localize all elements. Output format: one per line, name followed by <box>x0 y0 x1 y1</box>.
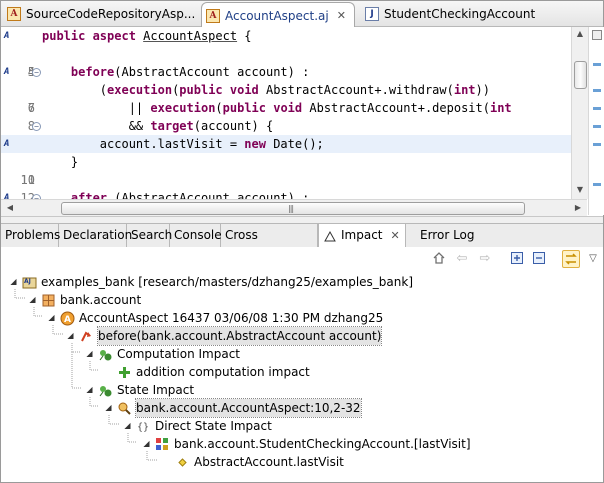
editor-tab-sourcecoderepositoryaspect[interactable]: A SourceCodeRepositoryAsp... <box>3 3 195 25</box>
tree-expanded-icon[interactable]: ◢ <box>85 345 94 363</box>
advice-marker-icon: A <box>4 67 10 77</box>
svg-text:{}: {} <box>137 422 149 433</box>
direct-impact-icon: {} <box>136 419 151 434</box>
editor-vertical-scrollbar[interactable]: ▲ ▼ <box>571 27 588 199</box>
code-line: A 13 − after (AbstractAccount account) : <box>1 189 587 199</box>
code-line: 5 <box>1 45 587 79</box>
collapse-all-icon[interactable] <box>531 251 547 267</box>
tab-problems[interactable]: Problems <box>1 224 60 247</box>
addition-icon <box>117 365 132 380</box>
editor-tab-label: SourceCodeRepositoryAsp... <box>26 7 195 21</box>
ide-window: A SourceCodeRepositoryAsp... A AccountAs… <box>0 0 604 483</box>
overview-marker[interactable] <box>593 183 601 186</box>
field-icon <box>175 455 190 470</box>
source-location-icon <box>117 401 132 416</box>
overview-marker[interactable] <box>593 125 601 128</box>
code-line: 12 <box>1 171 587 199</box>
tree-node-aspect-file[interactable]: ◢ A AccountAspect 16437 03/06/08 1:30 PM… <box>47 309 383 327</box>
close-icon[interactable]: ✕ <box>337 9 346 22</box>
tree-node-project[interactable]: ◢ AJ examples_bank [research/masters/dzh… <box>9 273 413 291</box>
code-line: A 4 public aspect AccountAspect { <box>1 27 587 79</box>
close-icon[interactable]: ✕ <box>391 229 400 242</box>
tree-expanded-icon[interactable]: ◢ <box>9 273 18 291</box>
overview-marker[interactable] <box>593 63 601 66</box>
aspect-marker-icon: A <box>4 31 10 41</box>
scrollbar-thumb[interactable] <box>574 61 587 89</box>
aspectj-project-icon: AJ <box>22 275 37 290</box>
overview-marker[interactable] <box>593 143 601 146</box>
tree-expanded-icon[interactable]: ◢ <box>66 327 75 345</box>
tab-cross-references[interactable]: Cross References <box>221 224 318 265</box>
tab-error-log[interactable]: Error Log <box>406 224 478 247</box>
before-advice-icon <box>79 329 94 344</box>
svg-text:AJ: AJ <box>24 278 31 285</box>
tree-node-computation-impact[interactable]: ◢ Computation Impact <box>85 345 240 363</box>
overview-ruler[interactable] <box>588 27 604 215</box>
tree-expanded-icon[interactable]: ◢ <box>104 399 113 417</box>
tree-expanded-icon[interactable]: ◢ <box>85 381 94 399</box>
class-members-icon <box>155 437 170 452</box>
editor-tab-accountaspect[interactable]: A AccountAspect.aj ✕ <box>201 2 355 28</box>
impact-toolbar: ⇦ ⇨ ▽ <box>1 247 603 271</box>
aspect-compilation-unit-icon: A <box>60 311 75 326</box>
editor-tab-bar: A SourceCodeRepositoryAsp... A AccountAs… <box>1 1 603 28</box>
svg-text:A: A <box>64 315 71 325</box>
scroll-up-icon[interactable]: ▲ <box>573 27 587 41</box>
view-menu-icon[interactable]: ▽ <box>585 251 601 267</box>
computation-impact-icon <box>98 347 113 362</box>
tree-node-field[interactable]: AbstractAccount.lastVisit <box>175 453 344 471</box>
impact-view-icon <box>324 230 336 241</box>
state-impact-icon <box>98 383 113 398</box>
expand-all-icon[interactable] <box>509 251 525 267</box>
code-line: 7 (execution(public void AbstractAccount… <box>1 81 587 115</box>
tree-node-location[interactable]: ◢ bank.account.AccountAspect:10,2-32 <box>104 398 362 418</box>
overview-marker[interactable] <box>593 107 601 110</box>
editor-tab-label: StudentCheckingAccount.j... <box>384 7 536 21</box>
scrollbar-thumb[interactable]: ||| <box>61 202 525 215</box>
tree-expanded-icon[interactable]: ◢ <box>47 309 56 327</box>
forward-arrow-icon[interactable]: ⇨ <box>477 251 493 267</box>
tree-node-package[interactable]: ◢ bank.account <box>28 291 141 309</box>
tree-node-field-owner[interactable]: ◢ bank.account.StudentCheckingAccount.[l… <box>142 435 470 453</box>
tree-node-addition-impact[interactable]: addition computation impact <box>117 363 310 381</box>
code-line: 11 } <box>1 153 587 187</box>
tree-expanded-icon[interactable]: ◢ <box>123 417 132 435</box>
tree-node-advice[interactable]: ◢ before(bank.account.AbstractAccount ac… <box>66 326 383 346</box>
tab-search[interactable]: Search <box>127 224 172 247</box>
scroll-down-icon[interactable]: ▼ <box>573 183 587 197</box>
code-editor[interactable]: A 4 public aspect AccountAspect { 5 A 6 … <box>1 27 587 199</box>
fold-toggle-icon[interactable]: − <box>32 68 41 77</box>
back-arrow-icon[interactable]: ⇦ <box>454 251 470 267</box>
package-icon <box>41 293 56 308</box>
home-icon[interactable] <box>431 251 447 267</box>
tab-declaration[interactable]: Declaration <box>59 224 132 247</box>
code-line: 8 || execution(public void AbstractAccou… <box>1 99 587 133</box>
fold-toggle-icon[interactable]: − <box>32 122 41 131</box>
tab-console[interactable]: Console <box>170 224 222 247</box>
scroll-left-icon[interactable]: ◀ <box>3 201 17 215</box>
scroll-right-icon[interactable]: ▶ <box>571 201 585 215</box>
advised-by-marker-icon: A <box>4 139 10 149</box>
overview-marker[interactable] <box>593 89 601 92</box>
editor-horizontal-scrollbar[interactable]: ◀ ||| ▶ <box>1 199 587 216</box>
editor-tab-label: AccountAspect.aj <box>225 8 329 23</box>
overview-indicator-icon <box>592 30 602 40</box>
link-with-editor-icon[interactable] <box>562 250 580 268</box>
editor-tab-studentcheckingaccount[interactable]: J StudentCheckingAccount.j... <box>361 3 536 25</box>
tree-node-direct-state-impact[interactable]: ◢ {} Direct State Impact <box>123 417 271 435</box>
impact-tree[interactable]: ◢ AJ examples_bank [research/masters/dzh… <box>1 271 603 482</box>
aspectj-file-icon: A <box>206 8 220 23</box>
tab-impact[interactable]: Impact ✕ <box>318 224 406 248</box>
tree-node-state-impact[interactable]: ◢ State Impact <box>85 381 194 399</box>
code-line: A 6 − before(AbstractAccount account) : <box>4 65 310 115</box>
aspectj-file-icon: A <box>7 7 21 21</box>
view-tab-bar: Problems Declaration Search Console Cros… <box>1 223 603 265</box>
code-line-current: A 10 account.lastVisit = new Date(); <box>1 135 587 187</box>
tree-expanded-icon[interactable]: ◢ <box>28 291 37 309</box>
java-file-icon: J <box>365 7 379 21</box>
code-line: 9 − && target(account) { <box>1 117 587 151</box>
tree-expanded-icon[interactable]: ◢ <box>142 435 151 453</box>
